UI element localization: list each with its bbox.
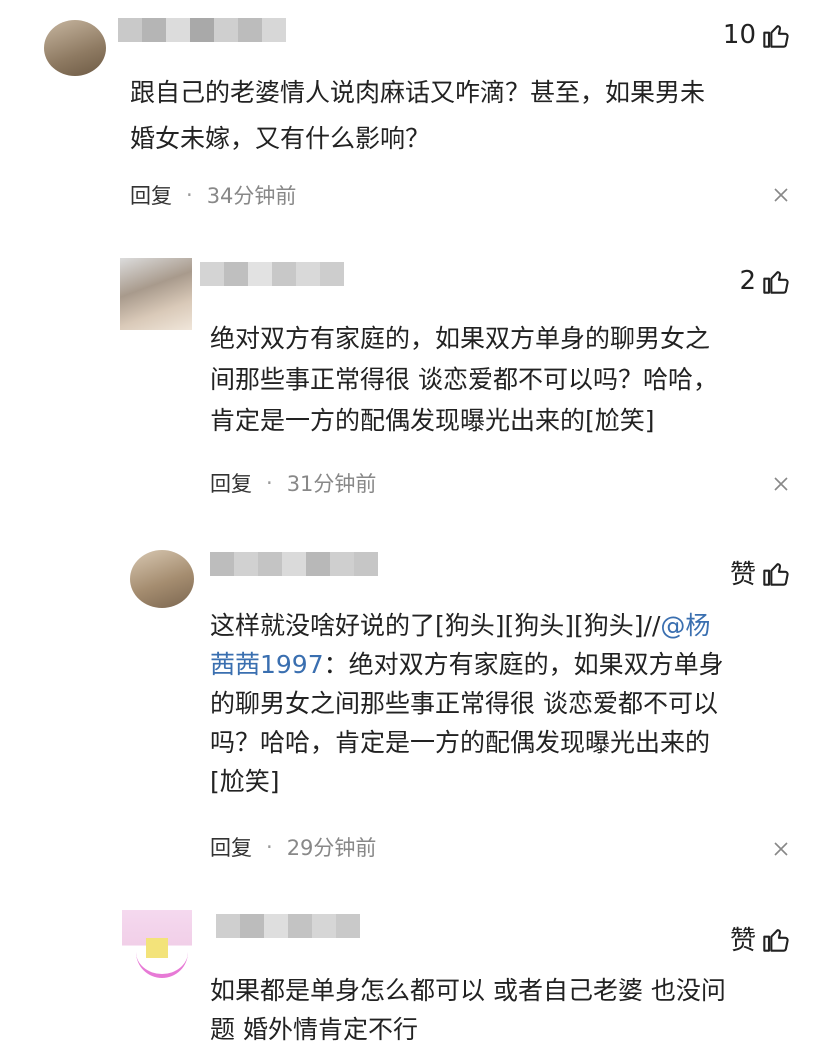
like-count: 2 bbox=[739, 266, 756, 296]
comment-text: 如果都是单身怎么都可以 或者自己老婆 也没问 题 婚外情肯定不行 bbox=[210, 972, 800, 1048]
close-icon[interactable] bbox=[774, 477, 788, 491]
comment-line: 吗？哈哈，肯定是一方的配偶发现曝光出来的 bbox=[210, 728, 711, 757]
mention-link[interactable]: @杨 bbox=[660, 611, 710, 640]
timestamp: 34分钟前 bbox=[206, 184, 297, 208]
comment-line: 茜茜1997：绝对双方有家庭的，如果双方单身 bbox=[210, 646, 800, 683]
timestamp: 31分钟前 bbox=[286, 472, 377, 496]
comment-meta: 回复 · 29分钟前 bbox=[210, 832, 376, 862]
comment-line: [尬笑] bbox=[210, 767, 280, 796]
thumbs-up-icon[interactable] bbox=[762, 267, 790, 295]
like-control[interactable]: 2 bbox=[739, 266, 790, 296]
comment-line: 如果都是单身怎么都可以 或者自己老婆 也没问 bbox=[210, 976, 726, 1005]
reply-button[interactable]: 回复 bbox=[210, 468, 252, 498]
comment-line: 这样就没啥好说的了[狗头][狗头][狗头]//@杨 bbox=[210, 607, 800, 644]
like-label: 赞 bbox=[729, 560, 756, 590]
thumbs-up-icon[interactable] bbox=[762, 925, 790, 953]
comment-meta: 回复 · 34分钟前 bbox=[130, 180, 296, 210]
comment-text-segment: ：绝对双方有家庭的，如果双方单身 bbox=[323, 650, 724, 679]
username-blurred[interactable] bbox=[216, 914, 360, 938]
like-control[interactable]: 赞 bbox=[730, 920, 790, 957]
avatar[interactable] bbox=[120, 258, 192, 330]
reply-button[interactable]: 回复 bbox=[130, 180, 172, 210]
username-blurred[interactable] bbox=[118, 18, 286, 42]
username-blurred[interactable] bbox=[210, 552, 378, 576]
comment-line: 间那些事正常得很 谈恋爱都不可以吗？哈哈， bbox=[210, 365, 718, 394]
comment-line: 肯定是一方的配偶发现曝光出来的[尬笑] bbox=[210, 406, 655, 435]
comment-line: 的聊男女之间那些事正常得很 谈恋爱都不可以 bbox=[210, 689, 718, 718]
comment-meta: 回复 · 31分钟前 bbox=[210, 468, 376, 498]
comment-text-segment: 这样就没啥好说的了[狗头][狗头][狗头]// bbox=[210, 611, 661, 640]
like-count: 10 bbox=[722, 20, 756, 50]
comment-line: 绝对双方有家庭的，如果双方单身的聊男女之 bbox=[210, 324, 711, 353]
reply-button[interactable]: 回复 bbox=[210, 832, 252, 862]
separator-dot: · bbox=[266, 835, 273, 859]
thumbs-up-icon[interactable] bbox=[762, 559, 790, 587]
username-blurred[interactable] bbox=[200, 262, 344, 286]
comment-text: 这样就没啥好说的了[狗头][狗头][狗头]//@杨 茜茜1997：绝对双方有家庭… bbox=[210, 607, 800, 800]
comment-line: 题 婚外情肯定不行 bbox=[210, 1015, 418, 1044]
avatar[interactable] bbox=[44, 20, 106, 76]
like-label: 赞 bbox=[729, 926, 756, 956]
close-icon[interactable] bbox=[774, 188, 788, 202]
comment-line: 婚女未嫁，又有什么影响？ bbox=[130, 124, 431, 153]
close-icon[interactable] bbox=[774, 842, 788, 856]
timestamp: 29分钟前 bbox=[286, 836, 377, 860]
like-control[interactable]: 赞 bbox=[730, 554, 790, 591]
mention-link[interactable]: 茜茜1997 bbox=[210, 650, 324, 679]
thumbs-up-icon[interactable] bbox=[762, 21, 790, 49]
like-control[interactable]: 10 bbox=[723, 20, 790, 50]
separator-dot: · bbox=[186, 183, 193, 207]
comment-line: 跟自己的老婆情人说肉麻话又咋滴？甚至，如果男未 bbox=[130, 78, 706, 107]
comment-text: 跟自己的老婆情人说肉麻话又咋滴？甚至，如果男未 婚女未嫁，又有什么影响？ bbox=[130, 74, 790, 157]
comment-text: 绝对双方有家庭的，如果双方单身的聊男女之 间那些事正常得很 谈恋爱都不可以吗？哈… bbox=[210, 320, 790, 439]
avatar[interactable] bbox=[130, 550, 194, 608]
separator-dot: · bbox=[266, 471, 273, 495]
